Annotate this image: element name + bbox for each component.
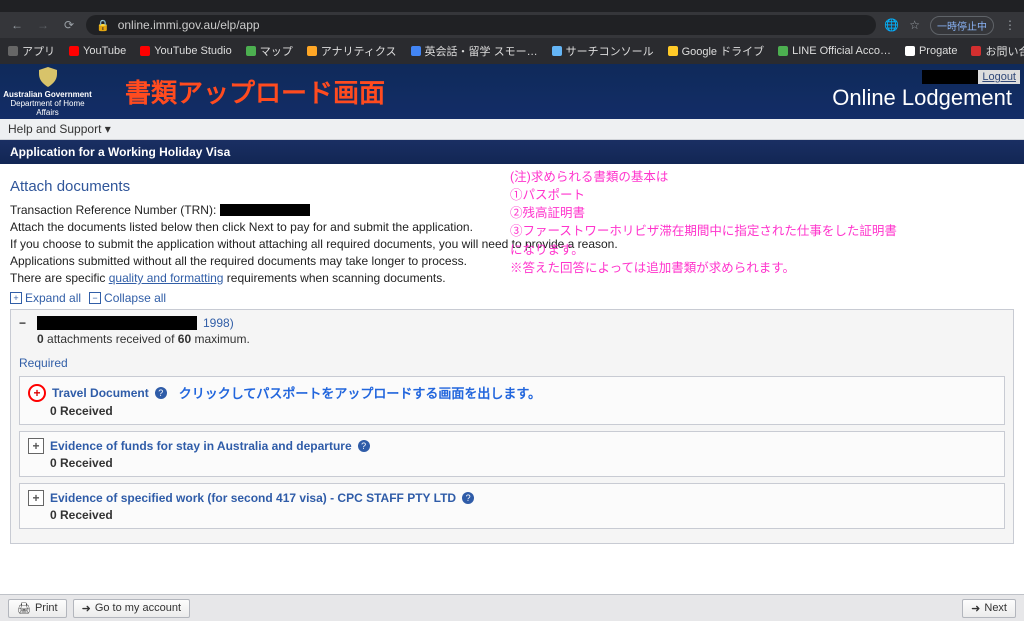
expand-all[interactable]: +Expand all <box>10 291 81 305</box>
reload-button[interactable]: ⟳ <box>60 18 78 32</box>
lock-icon: 🔒 <box>96 19 110 32</box>
bookmark-item[interactable]: 英会話・留学 スモー… <box>411 43 538 59</box>
site-header: Australian Government Department of Home… <box>0 64 1024 119</box>
help-icon[interactable]: ? <box>358 440 370 452</box>
url-text: online.immi.gov.au/elp/app <box>118 18 260 32</box>
chrome-address-bar: ← → ⟳ 🔒 online.immi.gov.au/elp/app 🌐 ☆ 一… <box>0 12 1024 38</box>
footer-bar: 🖨Print ➜Go to my account ➜Next <box>0 594 1024 621</box>
attach-heading: Attach documents <box>10 178 1014 195</box>
instruction-text: Applications submitted without all the r… <box>10 254 1014 268</box>
collapse-all[interactable]: −Collapse all <box>89 291 166 305</box>
menu-icon[interactable]: ⋮ <box>1004 18 1016 32</box>
received-count: 0 Received <box>50 404 996 418</box>
next-button[interactable]: ➜Next <box>962 599 1016 618</box>
bookmark-item[interactable]: LINE Official Acco… <box>778 45 891 57</box>
instruction-text: If you choose to submit the application … <box>10 237 1014 251</box>
bookmark-item[interactable]: マップ <box>246 43 293 59</box>
back-button[interactable]: ← <box>8 18 26 32</box>
trn-row: Transaction Reference Number (TRN): <box>10 203 1014 217</box>
collapse-toggle[interactable]: − <box>19 316 31 330</box>
doc-title-link[interactable]: Evidence of specified work (for second 4… <box>50 491 456 505</box>
bookmark-item[interactable]: お問い合わせフォーム <box>971 43 1024 59</box>
logout-link[interactable]: Logout <box>978 70 1020 84</box>
expand-doc-button[interactable]: + <box>28 384 46 402</box>
bookmark-item[interactable]: YouTube Studio <box>140 45 231 57</box>
doc-group-travel-document: + Travel Document ? クリックしてパスポートをアップロードする… <box>19 376 1005 425</box>
help-icon[interactable]: ? <box>155 387 167 399</box>
apps-shortcut[interactable]: アプリ <box>8 43 55 59</box>
chrome-tab-strip <box>0 0 1024 12</box>
bookmark-star-icon[interactable]: ☆ <box>909 18 920 32</box>
bookmark-item[interactable]: アナリティクス <box>307 43 397 59</box>
bookmark-item[interactable]: Google ドライブ <box>668 43 765 59</box>
required-heading: Required <box>19 356 1005 370</box>
section-title-bar: Application for a Working Holiday Visa <box>0 140 1024 164</box>
bookmarks-bar: アプリ YouTube YouTube Studio マップ アナリティクス 英… <box>0 38 1024 64</box>
bookmark-item[interactable]: YouTube <box>69 45 126 57</box>
crest-icon <box>36 65 60 89</box>
doc-title-link[interactable]: Evidence of funds for stay in Australia … <box>50 439 352 453</box>
expand-collapse-tools: +Expand all −Collapse all <box>10 291 1014 305</box>
doc-group-funds-evidence: + Evidence of funds for stay in Australi… <box>19 431 1005 477</box>
forward-button[interactable]: → <box>34 18 52 32</box>
paused-chip[interactable]: 一時停止中 <box>930 16 994 35</box>
page-annotated-title: 書類アップロード画面 <box>125 73 385 110</box>
address-omnibox[interactable]: 🔒 online.immi.gov.au/elp/app <box>86 15 876 35</box>
applicant-year: 1998) <box>203 316 234 330</box>
instruction-text: Attach the documents listed below then c… <box>10 220 1014 234</box>
translate-icon[interactable]: 🌐 <box>884 18 899 32</box>
print-icon: 🖨 <box>17 602 31 615</box>
applicant-name-redacted <box>37 316 197 330</box>
doc-group-specified-work: + Evidence of specified work (for second… <box>19 483 1005 529</box>
trn-redacted <box>220 204 310 216</box>
help-icon[interactable]: ? <box>462 492 474 504</box>
received-count: 0 Received <box>50 456 996 470</box>
service-name: Online Lodgement <box>832 85 1012 111</box>
print-button[interactable]: 🖨Print <box>8 599 67 618</box>
doc-annotation: クリックしてパスポートをアップロードする画面を出します。 <box>179 383 541 402</box>
go-to-account-button[interactable]: ➜Go to my account <box>73 599 190 618</box>
gov-crest: Australian Government Department of Home… <box>0 65 95 117</box>
bookmark-item[interactable]: サーチコンソール <box>552 43 654 59</box>
arrow-icon: ➜ <box>82 602 91 615</box>
expand-doc-button[interactable]: + <box>28 490 44 506</box>
applicant-panel: − 1998) 0 attachments received of 60 max… <box>10 309 1014 544</box>
expand-doc-button[interactable]: + <box>28 438 44 454</box>
quality-formatting-link[interactable]: quality and formatting <box>109 271 224 285</box>
doc-title-link[interactable]: Travel Document <box>52 386 149 400</box>
bookmark-item[interactable]: Progate <box>905 45 958 57</box>
received-count: 0 Received <box>50 508 996 522</box>
arrow-icon: ➜ <box>971 602 980 615</box>
instruction-text: There are specific quality and formattin… <box>10 271 1014 285</box>
help-support-menu[interactable]: Help and Support ▾ <box>0 119 1024 140</box>
main-content: Attach documents Transaction Reference N… <box>0 164 1024 552</box>
attachment-count: 0 attachments received of 60 maximum. <box>37 332 1005 346</box>
